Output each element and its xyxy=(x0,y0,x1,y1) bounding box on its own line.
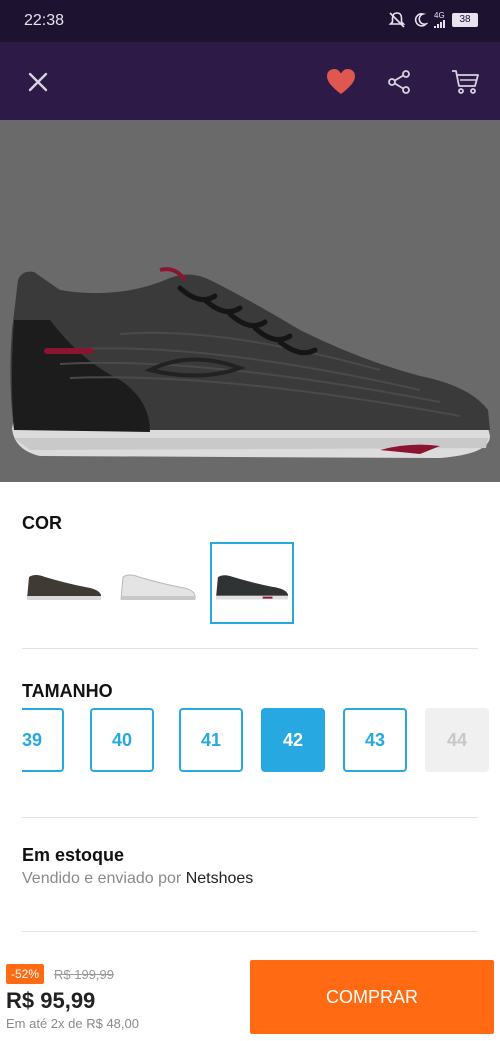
shoe-thumbnail-white xyxy=(120,574,196,600)
shoe-thumbnail-brown xyxy=(27,575,101,600)
status-bar: 22:38 4G 38 xyxy=(0,0,500,42)
color-option-brown[interactable] xyxy=(22,542,106,624)
old-price: R$ 199,99 xyxy=(54,967,114,982)
current-price: R$ 95,99 xyxy=(6,988,96,1013)
divider xyxy=(22,817,478,818)
color-section-title: COR xyxy=(22,513,62,533)
size-option-40[interactable]: 40 xyxy=(90,708,154,772)
size-option-42[interactable]: 42 xyxy=(261,708,325,772)
stock-status: Em estoque xyxy=(22,845,125,865)
size-selector[interactable]: 39 40 41 42 43 44 xyxy=(22,708,500,774)
size-option-41[interactable]: 41 xyxy=(179,708,243,772)
app-bar xyxy=(0,42,500,120)
share-icon xyxy=(388,70,410,94)
size-option-39[interactable]: 39 xyxy=(22,708,64,772)
size-option-44: 44 xyxy=(425,708,489,772)
seller-info: Vendido e enviado por Netshoes xyxy=(22,870,253,888)
favorite-button[interactable] xyxy=(321,62,361,102)
installments-info: Em até 2x de R$ 48,00 xyxy=(6,1016,139,1031)
sold-by-label: Vendido e enviado por xyxy=(22,870,182,887)
status-time: 22:38 xyxy=(24,12,65,29)
buy-button[interactable]: COMPRAR xyxy=(250,960,494,1034)
close-icon xyxy=(28,72,48,92)
mute-icon xyxy=(388,12,406,28)
signal-icon xyxy=(434,20,445,28)
heart-icon xyxy=(327,69,355,94)
color-option-dark-grey[interactable] xyxy=(210,542,294,624)
divider xyxy=(22,931,478,932)
size-option-43[interactable]: 43 xyxy=(343,708,407,772)
moon-icon xyxy=(414,13,428,27)
share-button[interactable] xyxy=(379,62,419,102)
cart-button[interactable] xyxy=(446,62,486,102)
close-button[interactable] xyxy=(18,62,58,102)
seller-name[interactable]: Netshoes xyxy=(186,870,254,887)
color-option-white[interactable] xyxy=(116,542,200,624)
cart-icon xyxy=(452,70,479,94)
status-icons: 4G 38 xyxy=(388,11,478,29)
shoe-image xyxy=(10,267,491,458)
battery-icon: 38 xyxy=(452,13,478,27)
network-label: 4G xyxy=(434,11,445,20)
product-image[interactable] xyxy=(0,120,500,482)
shoe-thumbnail-dark-grey xyxy=(215,575,289,600)
discount-badge: -52% xyxy=(6,964,45,984)
network-indicator: 4G xyxy=(434,12,446,28)
size-section-title: TAMANHO xyxy=(22,681,113,701)
divider xyxy=(22,648,478,649)
